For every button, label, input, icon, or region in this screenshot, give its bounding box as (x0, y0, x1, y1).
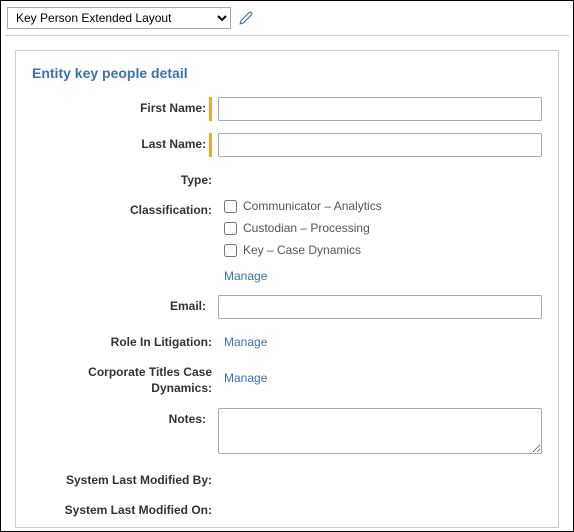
corporate-titles-manage-link[interactable]: Manage (224, 371, 267, 385)
row-system-last-modified-on: System Last Modified On: (32, 499, 542, 517)
label-first-name: First Name: (32, 97, 206, 115)
role-manage-link[interactable]: Manage (224, 335, 267, 349)
row-classification: Classification: Communicator – Analytics… (32, 199, 542, 283)
classification-checkbox-key[interactable] (224, 244, 237, 257)
layout-select[interactable]: Key Person Extended Layout (7, 7, 231, 29)
label-corporate-titles: Corporate Titles Case Dynamics: (32, 361, 212, 396)
classification-option-label: Custodian – Processing (243, 221, 370, 235)
panel-title: Entity key people detail (32, 65, 542, 81)
label-system-last-modified-by: System Last Modified By: (32, 469, 212, 487)
row-email: Email: (32, 295, 542, 319)
label-notes: Notes: (32, 408, 206, 426)
classification-option: Custodian – Processing (224, 221, 542, 235)
classification-checkbox-custodian[interactable] (224, 222, 237, 235)
last-name-input[interactable] (218, 133, 542, 157)
edit-layout-button[interactable] (237, 9, 255, 27)
label-email: Email: (32, 295, 206, 313)
classification-option: Key – Case Dynamics (224, 243, 542, 257)
toolbar: Key Person Extended Layout (5, 5, 569, 33)
label-type: Type: (32, 169, 212, 187)
required-indicator (209, 97, 212, 121)
row-last-name: Last Name: (32, 133, 542, 157)
label-last-name: Last Name: (32, 133, 206, 151)
detail-panel: Entity key people detail First Name: Las… (15, 50, 559, 528)
classification-checkbox-communicator[interactable] (224, 200, 237, 213)
row-first-name: First Name: (32, 97, 542, 121)
required-indicator (209, 133, 212, 157)
classification-manage-link[interactable]: Manage (224, 269, 267, 283)
row-type: Type: (32, 169, 542, 187)
classification-option: Communicator – Analytics (224, 199, 542, 213)
row-role-in-litigation: Role In Litigation: Manage (32, 331, 542, 349)
row-notes: Notes: (32, 408, 542, 457)
label-role-in-litigation: Role In Litigation: (32, 331, 212, 349)
classification-option-label: Communicator – Analytics (243, 199, 382, 213)
classification-option-label: Key – Case Dynamics (243, 243, 361, 257)
window-frame: Key Person Extended Layout Entity key pe… (0, 0, 574, 532)
label-system-last-modified-on: System Last Modified On: (32, 499, 212, 517)
toolbar-divider (5, 35, 569, 36)
notes-textarea[interactable] (218, 408, 542, 454)
pencil-icon (239, 11, 253, 25)
row-system-last-modified-by: System Last Modified By: (32, 469, 542, 487)
row-corporate-titles: Corporate Titles Case Dynamics: Manage (32, 361, 542, 396)
email-input[interactable] (218, 295, 542, 319)
label-classification: Classification: (32, 199, 212, 217)
first-name-input[interactable] (218, 97, 542, 121)
